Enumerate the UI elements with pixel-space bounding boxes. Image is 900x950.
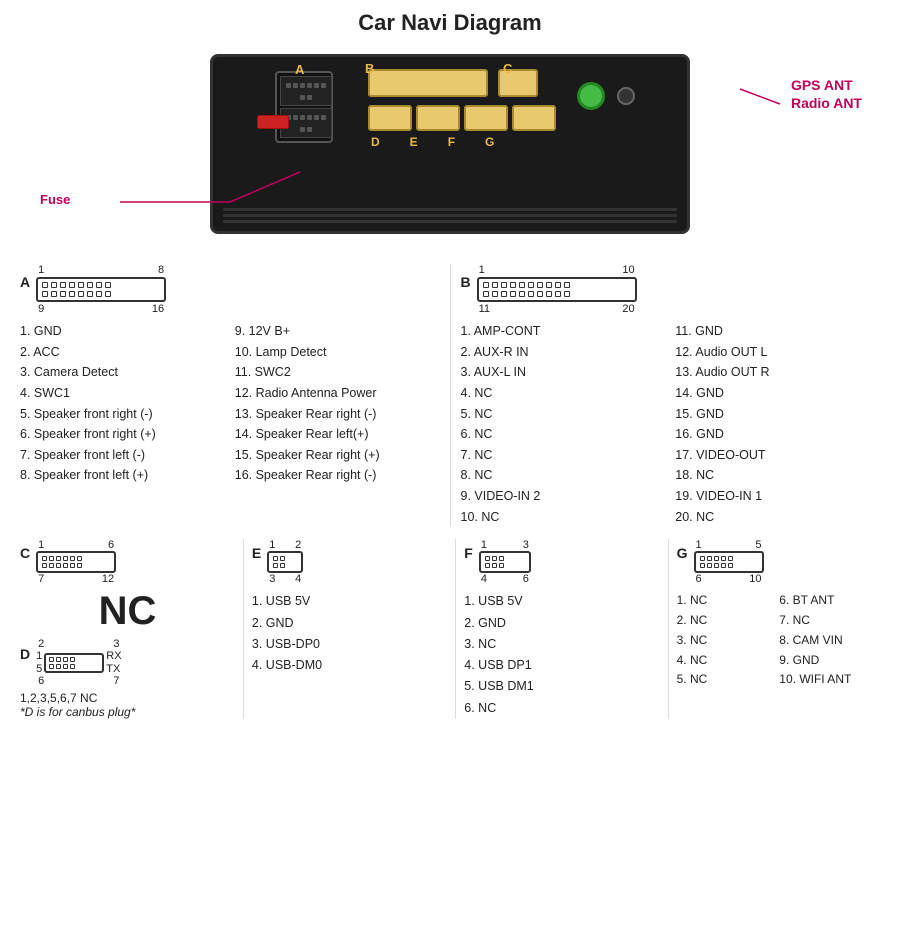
gps-ant-label: GPS ANT Radio ANT [791, 76, 862, 112]
conn-f-box [479, 551, 531, 573]
device-label-a: A [295, 62, 304, 77]
conn-b-box [477, 277, 637, 302]
conn-e-box [267, 551, 303, 573]
label-d: D [20, 646, 30, 662]
label-e: E [252, 545, 261, 561]
label-c: C [20, 545, 30, 561]
conn-a-box [36, 277, 166, 302]
diagrams-row: A 1 8 [20, 264, 880, 527]
device-vents [223, 208, 677, 223]
g-pins: 1. NC 2. NC 3. NC 4. NC 5. NC 6. BT ANT … [677, 591, 872, 690]
device-gps-circle [577, 82, 605, 110]
section-b: B 1 10 [450, 264, 881, 527]
label-a: A [20, 274, 30, 290]
conn-c-box [36, 551, 116, 573]
label-g: G [677, 545, 688, 561]
conn-d-box [44, 653, 104, 673]
section-f: F 13 [456, 539, 668, 719]
device-body: A B C DEFG [210, 54, 690, 234]
f-pins: 1. USB 5V 2. GND 3. NC 4. USB DP1 5. USB… [464, 591, 659, 719]
device-diagram: A B C DEFG [20, 44, 880, 254]
page-title: Car Navi Diagram [20, 10, 880, 36]
nc-label: NC [20, 589, 235, 634]
device-defg-area [368, 105, 556, 131]
device-fuse [257, 115, 289, 129]
label-b: B [461, 274, 471, 290]
device-label-b: B [365, 61, 374, 76]
section-a: A 1 8 [20, 264, 450, 527]
conn-g-box [694, 551, 764, 573]
section-cd: C 16 [20, 539, 244, 719]
section-a-pins: 1. GND 2. ACC 3. Camera Detect 4. SWC1 5… [20, 321, 440, 486]
fuse-label: Fuse [40, 192, 70, 207]
label-f: F [464, 545, 473, 561]
section-g: G 15 [669, 539, 880, 719]
device-radio-dot [617, 87, 635, 105]
device-label-c: C [503, 61, 512, 76]
section-b-pins: 1. AMP-CONT 2. AUX-R IN 3. AUX-L IN 4. N… [461, 321, 881, 527]
bottom-row: C 16 [20, 539, 880, 719]
e-pins: 1. USB 5V 2. GND 3. USB-DP0 4. USB-DM0 [252, 591, 447, 676]
d-note2: *D is for canbus plug* [20, 705, 235, 719]
device-conn-b [368, 69, 488, 97]
d-note: 1,2,3,5,6,7 NC [20, 691, 235, 705]
device-defg-labels: DEFG [371, 135, 494, 149]
section-e: E 12 [244, 539, 456, 719]
